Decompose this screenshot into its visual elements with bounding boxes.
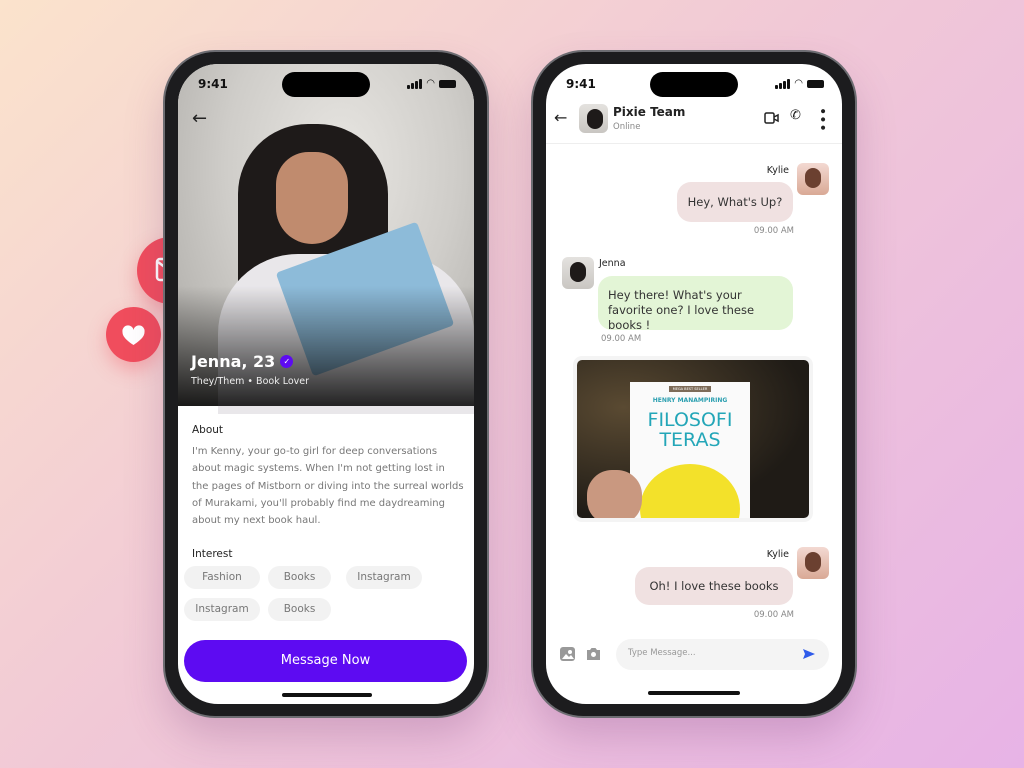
- profile-name: Jenna, 23: [191, 352, 276, 371]
- book-badge: MEGA BEST SELLER: [669, 386, 711, 392]
- about-text: I'm Kenny, your go-to girl for deep conv…: [192, 446, 464, 527]
- message-bubble-received: Hey there! What's your favorite one? I l…: [598, 276, 793, 332]
- interest-chip[interactable]: Fashion: [184, 566, 260, 589]
- wifi-icon: ◠: [794, 78, 803, 89]
- phone-call-icon[interactable]: ✆: [790, 108, 801, 123]
- heart-icon: [122, 325, 145, 345]
- chat-phone: 9:41 ◠ ← Pixie Team Online ✆ ••• Kylie H…: [533, 52, 855, 716]
- header-divider: [546, 143, 842, 144]
- message-time: 09.00 AM: [753, 226, 794, 236]
- book-title-2: TERAS: [659, 429, 721, 451]
- book-image-message[interactable]: MEGA BEST SELLER HENRY MANAMPIRING FILOS…: [577, 360, 809, 518]
- message-bubble-sent: Oh! I love these books: [635, 567, 793, 605]
- chat-avatar: [579, 104, 608, 133]
- message-input[interactable]: Type Message...: [616, 639, 829, 670]
- sender-name: Kylie: [766, 165, 789, 176]
- send-icon[interactable]: [803, 648, 815, 660]
- battery-icon: [439, 79, 456, 88]
- home-indicator: [282, 693, 372, 697]
- interest-chip[interactable]: Instagram: [184, 598, 260, 621]
- home-indicator: [648, 691, 740, 695]
- back-arrow-icon[interactable]: ←: [192, 108, 207, 129]
- camera-icon[interactable]: [586, 647, 601, 660]
- dynamic-island: [282, 72, 370, 97]
- interest-title: Interest: [192, 548, 233, 560]
- book-title-1: FILOSOFI: [647, 409, 733, 431]
- status-time: 9:41: [566, 77, 596, 91]
- message-bubble-sent: Hey, What's Up?: [677, 182, 793, 222]
- chat-screen: 9:41 ◠ ← Pixie Team Online ✆ ••• Kylie H…: [546, 64, 842, 704]
- kylie-avatar: [797, 547, 829, 579]
- battery-icon: [807, 79, 824, 88]
- interest-chip[interactable]: Books: [268, 598, 331, 621]
- book-author: HENRY MANAMPIRING: [652, 397, 728, 404]
- chat-title: Pixie Team: [613, 105, 686, 119]
- signal-icon: [407, 78, 423, 89]
- message-time: 09.00 AM: [753, 610, 794, 620]
- kylie-avatar: [797, 163, 829, 195]
- status-time: 9:41: [198, 77, 228, 91]
- jenna-avatar: [562, 257, 594, 289]
- sender-name: Kylie: [766, 549, 789, 560]
- interest-chip[interactable]: Instagram: [346, 566, 422, 589]
- dynamic-island: [650, 72, 738, 97]
- verified-check-icon: ✓: [280, 355, 294, 368]
- profile-screen: 9:41 ◠ ← Jenna, 23 ✓ They/Them • Book Lo…: [178, 64, 474, 704]
- message-now-button[interactable]: Message Now: [184, 640, 467, 682]
- sender-name: Jenna: [599, 258, 626, 269]
- chat-status: Online: [613, 122, 641, 132]
- back-arrow-icon[interactable]: ←: [554, 108, 567, 127]
- about-title: About: [192, 424, 224, 436]
- profile-phone: 9:41 ◠ ← Jenna, 23 ✓ They/Them • Book Lo…: [165, 52, 487, 716]
- heart-badge: [106, 307, 161, 362]
- signal-icon: [775, 78, 791, 89]
- interest-chip[interactable]: Books: [268, 566, 331, 589]
- gallery-icon[interactable]: [560, 647, 575, 661]
- message-time: 09.00 AM: [601, 334, 642, 344]
- profile-subtitle: They/Them • Book Lover: [191, 376, 310, 387]
- status-icons: ◠: [407, 78, 456, 89]
- video-call-icon[interactable]: [764, 112, 779, 124]
- more-options-icon[interactable]: •••: [814, 107, 830, 132]
- status-icons: ◠: [775, 78, 824, 89]
- wifi-icon: ◠: [426, 78, 435, 89]
- message-input-placeholder: Type Message...: [628, 648, 696, 658]
